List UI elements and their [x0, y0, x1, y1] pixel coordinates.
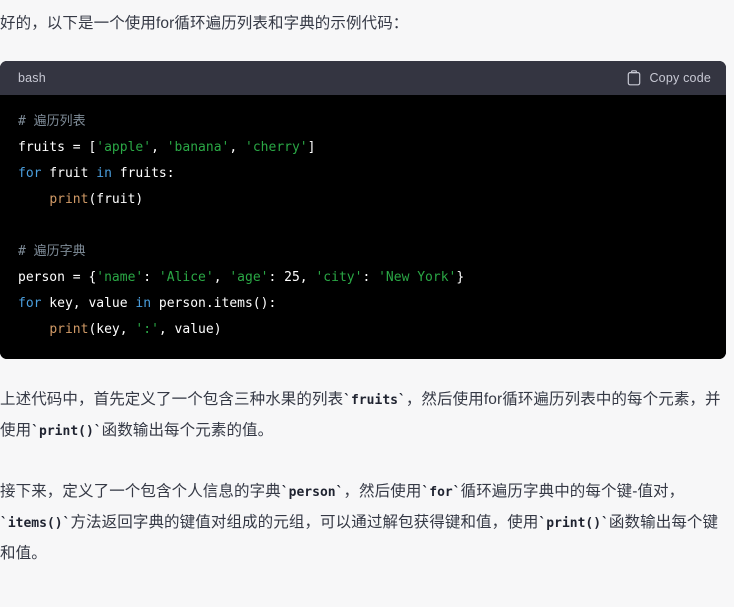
- assistant-message: 好的，以下是一个使用for循环遍历列表和字典的示例代码： bash Copy c…: [0, 9, 734, 569]
- code-token-plain: (fruit): [88, 192, 144, 207]
- code-token-string: 'name': [96, 270, 144, 285]
- code-token-comment: # 遍历列表: [18, 114, 86, 129]
- code-token-plain: person = {: [18, 270, 97, 285]
- clipboard-icon: [627, 70, 641, 86]
- code-block: bash Copy code # 遍历列表 fruits = ['apple',…: [0, 61, 726, 359]
- code-token-func: print: [49, 322, 89, 337]
- code-token-plain: :: [362, 270, 379, 285]
- code-token-keyword: for: [18, 296, 42, 311]
- explanation-paragraphs: 上述代码中，首先定义了一个包含三种水果的列表`fruits`，然后使用for循环…: [0, 385, 734, 569]
- code-token-keyword: for: [18, 166, 42, 181]
- code-token-plain: person.items():: [151, 296, 277, 311]
- code-token-plain: ,: [213, 270, 230, 285]
- inline-code: `items()`: [0, 516, 71, 531]
- inline-code: `fruits`: [343, 393, 406, 408]
- code-token-plain: (key,: [88, 322, 136, 337]
- explanation-paragraph-2: 接下来，定义了一个包含个人信息的字典`person`，然后使用`for`循环遍历…: [0, 483, 719, 562]
- code-token-plain: , value): [158, 322, 222, 337]
- inline-code: `for`: [421, 485, 461, 500]
- code-block-header: bash Copy code: [0, 61, 726, 95]
- copy-code-button[interactable]: Copy code: [627, 70, 711, 86]
- code-token-keyword: in: [96, 166, 112, 181]
- code-token-plain: : 25,: [268, 270, 316, 285]
- inline-code: `print()`: [31, 424, 102, 439]
- code-token-string: 'Alice': [158, 270, 214, 285]
- code-token-plain: ]: [307, 140, 316, 155]
- code-token-plain: fruit: [41, 166, 97, 181]
- code-token-string: 'banana': [166, 140, 230, 155]
- code-token-string: 'city': [315, 270, 363, 285]
- code-language-label: bash: [18, 71, 46, 85]
- code-token-string: 'New York': [378, 270, 457, 285]
- intro-paragraph: 好的，以下是一个使用for循环遍历列表和字典的示例代码：: [0, 15, 409, 32]
- code-token-plain: key, value: [41, 296, 136, 311]
- inline-code: `print()`: [538, 516, 609, 531]
- inline-code: `person`: [280, 485, 344, 500]
- code-token-plain: }: [456, 270, 465, 285]
- code-token-string: ':': [135, 322, 159, 337]
- code-token-comment: # 遍历字典: [18, 244, 86, 259]
- code-token-string: 'cherry': [245, 140, 308, 155]
- code-token-plain: ,: [151, 140, 167, 155]
- code-content: # 遍历列表 fruits = ['apple', 'banana', 'che…: [0, 109, 726, 343]
- code-token-keyword: in: [135, 296, 152, 311]
- code-token-plain: :: [143, 270, 159, 285]
- code-token-string: 'apple': [96, 140, 152, 155]
- code-token-plain: fruits:: [111, 166, 175, 181]
- code-token-string: 'age': [229, 270, 269, 285]
- code-token-plain: fruits = [: [18, 140, 97, 155]
- code-block-body[interactable]: # 遍历列表 fruits = ['apple', 'banana', 'che…: [0, 95, 726, 359]
- code-token-func: print: [49, 192, 89, 207]
- code-token-plain: ,: [229, 140, 246, 155]
- copy-code-label: Copy code: [649, 71, 711, 85]
- explanation-paragraph-1: 上述代码中，首先定义了一个包含三种水果的列表`fruits`，然后使用for循环…: [0, 391, 721, 439]
